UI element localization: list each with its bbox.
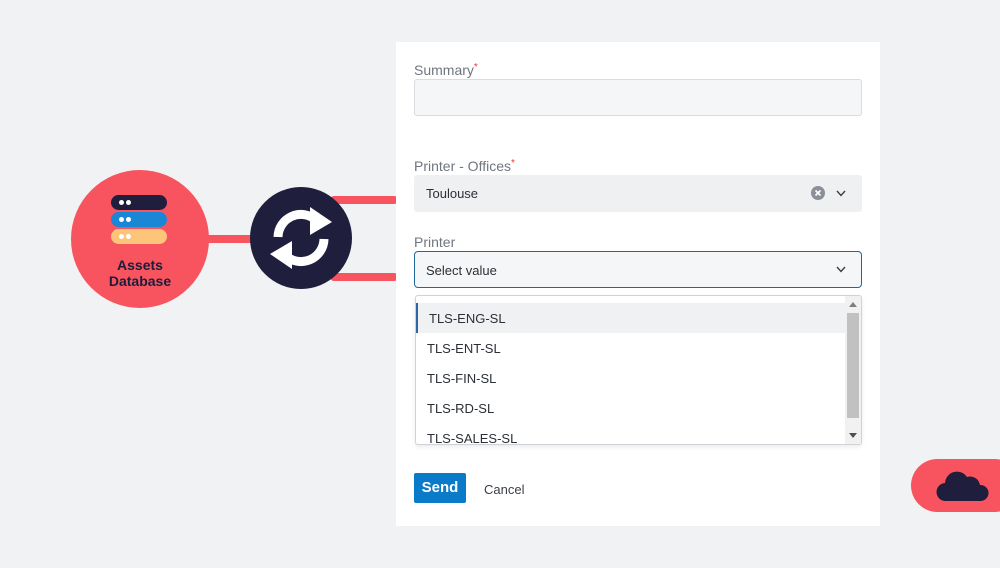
db-label-line2: Database <box>108 273 172 289</box>
offices-label: Printer - Offices* <box>414 158 515 174</box>
database-icon <box>111 229 167 244</box>
db-label-line1: Assets <box>117 257 163 273</box>
dropdown-option[interactable]: TLS-FIN-SL <box>416 363 844 393</box>
clear-icon[interactable] <box>811 186 825 200</box>
sync-node <box>250 187 352 289</box>
dropdown-option[interactable]: TLS-ENG-SL <box>416 303 846 333</box>
scroll-up-icon[interactable] <box>849 302 857 307</box>
scrollbar[interactable] <box>845 296 861 444</box>
request-form: Summary* Printer - Offices* Toulouse Pri… <box>396 42 880 526</box>
dropdown-option[interactable]: TLS-ENT-SL <box>416 333 844 363</box>
chevron-down-icon[interactable] <box>836 190 846 197</box>
cancel-button[interactable]: Cancel <box>484 482 524 497</box>
printer-select[interactable]: Select value <box>414 251 862 288</box>
assets-database-node: Assets Database <box>71 170 209 308</box>
printer-placeholder: Select value <box>426 263 497 278</box>
offices-value: Toulouse <box>426 186 479 201</box>
database-icon <box>111 195 167 210</box>
cloud-icon <box>936 471 989 502</box>
dropdown-option[interactable]: TLS-RD-SL <box>416 393 844 423</box>
scroll-down-icon[interactable] <box>849 433 857 438</box>
chevron-down-icon[interactable] <box>836 266 846 273</box>
database-icon <box>111 212 167 227</box>
printer-label: Printer <box>414 234 456 250</box>
send-button[interactable]: Send <box>414 473 466 503</box>
printer-dropdown-list: TLS-ENG-SL TLS-ENT-SL TLS-FIN-SL TLS-RD-… <box>415 295 862 445</box>
dropdown-option[interactable]: TLS-SALES-SL <box>416 423 844 444</box>
offices-select[interactable]: Toulouse <box>414 175 862 212</box>
scrollbar-thumb[interactable] <box>847 313 859 418</box>
cloud-node <box>911 459 1000 512</box>
sync-icon <box>270 207 332 269</box>
summary-input[interactable] <box>414 79 862 116</box>
summary-label: Summary* <box>414 62 478 78</box>
